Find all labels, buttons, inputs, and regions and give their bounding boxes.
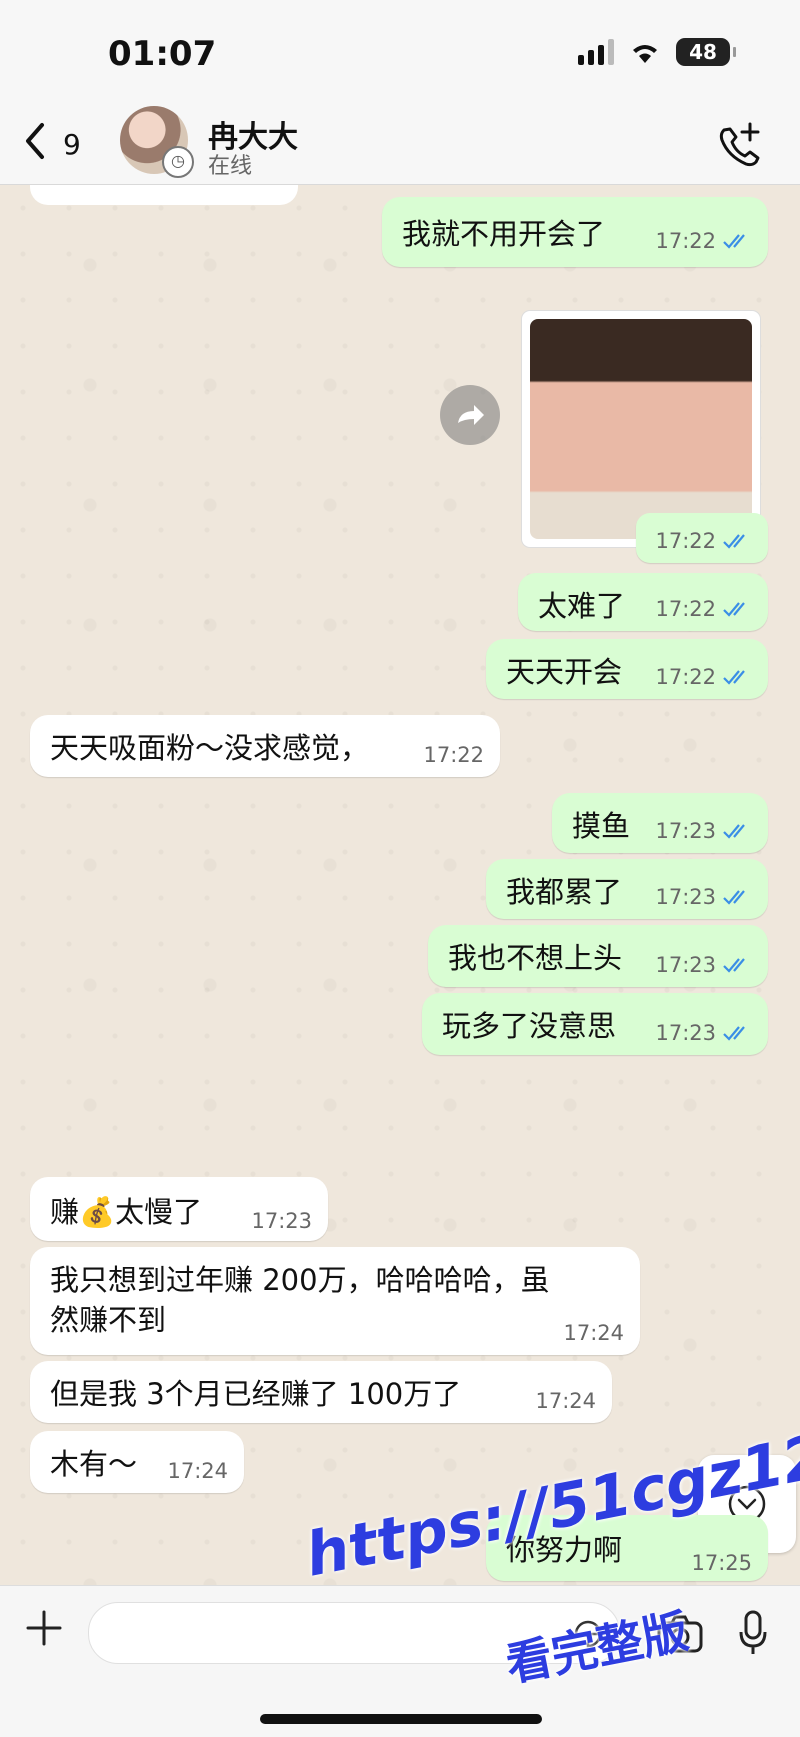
contact-status: 在线 — [208, 154, 253, 179]
message-text: 太难了 — [538, 589, 626, 623]
read-receipt-icon — [723, 534, 745, 549]
message-time: 17:23 — [655, 953, 716, 977]
read-receipt-icon — [723, 234, 745, 249]
message-bubble-outgoing[interactable]: 摸鱼 17:23 — [552, 793, 768, 853]
message-time: 17:22 — [655, 665, 716, 689]
plus-icon[interactable] — [24, 1608, 64, 1648]
read-receipt-icon — [723, 670, 745, 685]
message-time: 17:23 — [655, 885, 716, 909]
message-text: 天天开会 — [506, 655, 623, 689]
message-meta: 17:23 — [655, 885, 752, 909]
message-meta: 17:23 — [655, 1021, 752, 1045]
sticker-meta-bubble: 17:22 — [636, 513, 768, 563]
back-button[interactable] — [20, 118, 50, 172]
battery-indicator: 48 — [676, 38, 736, 66]
forward-icon — [458, 405, 484, 425]
microphone-icon[interactable] — [738, 1610, 768, 1656]
message-time: 17:22 — [655, 229, 716, 253]
message-text: 我也不想上头 — [448, 941, 623, 975]
read-receipt-icon — [723, 824, 745, 839]
message-meta: 17:24 — [167, 1459, 228, 1483]
message-bubble-outgoing[interactable]: 我也不想上头 17:23 — [428, 925, 768, 987]
cellular-signal-icon — [578, 39, 614, 65]
read-receipt-icon — [723, 890, 745, 905]
wifi-icon — [633, 45, 657, 63]
sticker-message[interactable] — [522, 311, 760, 547]
message-time: 17:24 — [535, 1389, 596, 1413]
message-meta: 17:22 — [655, 229, 752, 253]
sticker-image — [530, 319, 752, 539]
message-bubble-outgoing[interactable]: 太难了 17:22 — [518, 573, 768, 631]
message-bubble-outgoing[interactable]: 玩多了没意思 17:23 — [422, 993, 768, 1055]
message-time: 17:23 — [655, 819, 716, 843]
message-bubble-incoming[interactable]: 我只想到过年赚 200万，哈哈哈哈，虽 然赚不到 17:24 — [30, 1247, 640, 1355]
message-list[interactable]: 我就不用开会了 17:22 17:22 太难了 17:22 天天开会 17:22… — [0, 185, 800, 1585]
message-time: 17:22 — [423, 743, 484, 767]
message-meta: 17:23 — [251, 1209, 312, 1233]
read-receipt-icon — [723, 1026, 745, 1041]
message-meta: 17:23 — [655, 819, 752, 843]
message-meta: 17:24 — [563, 1321, 624, 1345]
message-text: 我都累了 — [506, 875, 623, 909]
disappearing-timer-icon: ◷ — [162, 146, 194, 178]
message-bubble-outgoing[interactable]: 我都累了 17:23 — [486, 859, 768, 919]
chevron-left-icon — [26, 123, 44, 159]
message-meta: 17:22 — [655, 597, 752, 621]
message-meta: 17:22 — [655, 665, 752, 689]
message-time: 17:24 — [563, 1321, 624, 1345]
avatar[interactable]: ◷ — [120, 106, 194, 178]
message-bubble-incoming[interactable]: 但是我 3个月已经赚了 100万了 17:24 — [30, 1361, 612, 1423]
message-text: 我就不用开会了 — [402, 217, 606, 251]
message-text-line1: 我只想到过年赚 200万，哈哈哈哈，虽 — [50, 1263, 550, 1297]
read-receipt-icon — [723, 958, 745, 973]
status-bar: 01:07 48 — [0, 0, 800, 108]
read-receipt-icon — [723, 602, 745, 617]
message-time: 17:24 — [167, 1459, 228, 1483]
add-call-icon — [719, 122, 760, 167]
message-bubble-incoming[interactable]: 木有～ 17:24 — [30, 1431, 244, 1493]
home-indicator — [260, 1714, 542, 1724]
message-meta: 17:22 — [423, 743, 484, 767]
message-text: 木有～ — [50, 1447, 138, 1481]
message-time: 17:22 — [655, 529, 716, 553]
message-time: 17:22 — [655, 597, 716, 621]
chat-header: 9 ◷ 冉大大 在线 — [0, 106, 800, 185]
message-bubble-outgoing[interactable]: 天天开会 17:22 — [486, 639, 768, 699]
message-bubble-incoming[interactable] — [30, 185, 298, 205]
message-meta: 17:22 — [655, 529, 752, 553]
message-text: 天天吸面粉～没求感觉， — [50, 731, 370, 765]
status-icons: 48 — [578, 38, 736, 66]
message-time: 17:25 — [691, 1551, 752, 1575]
message-meta: 17:25 — [691, 1551, 752, 1575]
message-time: 17:23 — [251, 1209, 312, 1233]
message-text: 玩多了没意思 — [442, 1009, 617, 1043]
message-meta: 17:24 — [535, 1389, 596, 1413]
message-bubble-outgoing[interactable]: 我就不用开会了 17:22 — [382, 197, 768, 267]
forward-button[interactable] — [440, 385, 500, 445]
message-text: 但是我 3个月已经赚了 100万了 — [50, 1377, 462, 1411]
add-call-button[interactable] — [710, 116, 770, 176]
message-text-line2: 然赚不到 — [50, 1303, 167, 1337]
message-time: 17:23 — [655, 1021, 716, 1045]
message-text: 摸鱼 — [572, 809, 631, 843]
status-time: 01:07 — [108, 34, 217, 74]
message-bubble-incoming[interactable]: 赚💰太慢了 17:23 — [30, 1177, 328, 1241]
unread-count[interactable]: 9 — [63, 128, 81, 161]
message-text: 赚💰太慢了 — [50, 1195, 203, 1229]
message-bubble-incoming[interactable]: 天天吸面粉～没求感觉， 17:22 — [30, 715, 500, 777]
message-meta: 17:23 — [655, 953, 752, 977]
